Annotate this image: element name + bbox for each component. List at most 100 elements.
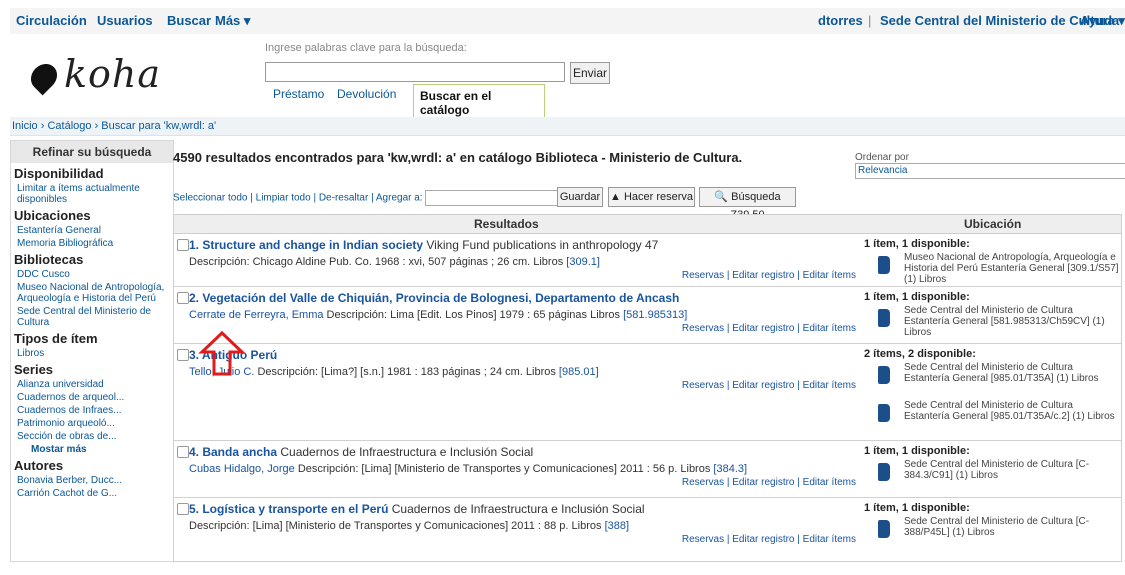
nav-usuarios[interactable]: Usuarios (97, 13, 153, 28)
facet-disponibilidad: Disponibilidad Limitar a ítems actualmen… (11, 166, 173, 205)
result-title: 4. Banda ancha Cuadernos de Infraestruct… (189, 445, 534, 459)
facet-series: Series Alianza universidad Cuadernos de … (11, 362, 173, 455)
facet-title: Bibliotecas (14, 252, 84, 267)
book-icon (878, 463, 890, 481)
z3950-button[interactable]: 🔍 Búsqueda Z39.50 (699, 187, 796, 221)
facet-item[interactable]: Cuadernos de arqueol... (17, 392, 169, 403)
result-desc: Cubas Hidalgo, Jorge Descripción: [Lima]… (189, 463, 748, 475)
facet-item[interactable]: Limitar a ítems actualmente disponibles (17, 183, 169, 205)
tab-prestamo[interactable]: Préstamo (273, 87, 324, 101)
location-item: Museo Nacional de Antropología, Arqueolo… (864, 252, 1119, 288)
place-hold-button[interactable]: ▲ Hacer reserva (608, 187, 695, 207)
facet-title: Autores (14, 458, 64, 473)
add-to-list-select[interactable] (425, 190, 578, 206)
results-summary: 4590 resultados encontrados para 'kw,wrd… (173, 150, 743, 165)
facets-sidebar: Refinar su búsqueda Disponibilidad Limit… (10, 140, 174, 562)
nav-buscar[interactable]: Buscar (167, 13, 211, 28)
select-checkbox[interactable] (177, 239, 189, 251)
facet-item[interactable]: Libros (17, 348, 169, 359)
tab-buscar-catalogo[interactable]: Buscar en el catálogo (413, 84, 545, 121)
search-hint: Ingrese palabras clave para la búsqueda: (265, 42, 467, 54)
result-desc: Descripción: [Lima] [Ministerio de Trans… (189, 520, 630, 532)
facet-title: Tipos de ítem (14, 331, 98, 346)
sort-select[interactable]: Relevancia (855, 163, 1125, 179)
result-row: 3. Antiguo Perú Tello, Julio C. Descripc… (174, 344, 1121, 441)
nav-user[interactable]: dtorres (818, 13, 863, 28)
book-icon (878, 366, 890, 384)
result-location: 1 ítem, 1 disponible: Sede Central del M… (864, 502, 1119, 552)
results-main: 4590 resultados encontrados para 'kw,wrd… (165, 140, 1125, 562)
result-desc: Tello, Julio C. Descripción: [Lima?] [s.… (189, 366, 599, 378)
select-checkbox[interactable] (177, 292, 189, 304)
facet-title: Ubicaciones (14, 208, 91, 223)
app-window: Circulación Usuarios Buscar Más ▾ dtorre… (0, 0, 1125, 575)
hold-icon: ▲ (609, 191, 624, 203)
facet-title: Series (14, 362, 54, 377)
location-item: Sede Central del Ministerio de Cultura [… (864, 459, 1119, 495)
nav-separator: | (868, 13, 872, 28)
result-location: 1 ítem, 1 disponible: Museo Nacional de … (864, 238, 1119, 288)
facet-item[interactable]: Sección de obras de... (17, 431, 169, 442)
nav-circulacion[interactable]: Circulación (16, 13, 87, 28)
sort-label: Ordenar por (855, 152, 909, 163)
result-actions[interactable]: Reservas | Editar registro | Editar ítem… (682, 270, 856, 281)
col-results: Resultados (474, 217, 539, 231)
result-desc: Cerrate de Ferreyra, Emma Descripción: L… (189, 309, 688, 321)
save-button[interactable]: Guardar (557, 187, 603, 207)
nav-mas[interactable]: Más ▾ (215, 13, 250, 29)
koha-logo[interactable]: koha (25, 52, 161, 96)
select-checkbox[interactable] (177, 446, 189, 458)
breadcrumb[interactable]: Inicio › Catálogo › Buscar para 'kw,wrdl… (10, 117, 1125, 136)
results-table-header: Resultados Ubicación (174, 215, 1121, 234)
results-table: Resultados Ubicación 1. Structure and ch… (173, 214, 1122, 562)
select-checkbox[interactable] (177, 503, 189, 515)
nav-help[interactable]: Ayuda (1080, 13, 1119, 28)
facet-item[interactable]: Cuadernos de Infraes... (17, 405, 169, 416)
facet-title: Disponibilidad (14, 166, 104, 181)
result-row: 5. Logística y transporte en el Perú Cua… (174, 498, 1121, 560)
facet-autores: Autores Bonavia Berber, Ducc... Carrión … (11, 458, 173, 499)
result-row: 4. Banda ancha Cuadernos de Infraestruct… (174, 441, 1121, 498)
result-location: 2 ítems, 2 disponible: Sede Central del … (864, 348, 1119, 436)
facet-bibliotecas: Bibliotecas DDC Cusco Museo Nacional de … (11, 252, 173, 328)
search-input[interactable] (265, 62, 565, 82)
result-row: 2. Vegetación del Valle de Chiquián, Pro… (174, 287, 1121, 344)
facet-item[interactable]: Memoria Bibliográfica (17, 238, 169, 249)
header: koha Ingrese palabras clave para la búsq… (10, 34, 1125, 121)
select-checkbox[interactable] (177, 349, 189, 361)
location-item: Sede Central del Ministerio de Cultura E… (864, 305, 1119, 341)
facet-item[interactable]: DDC Cusco (17, 269, 169, 280)
facet-item[interactable]: Bonavia Berber, Ducc... (17, 475, 169, 486)
facet-tipos: Tipos de ítem Libros (11, 331, 173, 359)
top-nav: Circulación Usuarios Buscar Más ▾ dtorre… (10, 8, 1125, 35)
book-icon (878, 520, 890, 538)
col-location: Ubicación (964, 217, 1022, 231)
result-actions[interactable]: Reservas | Editar registro | Editar ítem… (682, 323, 856, 334)
facet-item[interactable]: Patrimonio arqueoló... (17, 418, 169, 429)
facet-item[interactable]: Museo Nacional de Antropología, Arqueolo… (17, 282, 169, 304)
location-item: Sede Central del Ministerio de Cultura E… (864, 362, 1119, 398)
facet-item[interactable]: Carrión Cachot de G... (17, 488, 169, 499)
result-actions[interactable]: Reservas | Editar registro | Editar ítem… (682, 380, 856, 391)
up-arrow-annotation (198, 330, 246, 376)
location-item: Sede Central del Ministerio de Cultura [… (864, 516, 1119, 552)
facet-ubicaciones: Ubicaciones Estantería General Memoria B… (11, 208, 173, 249)
facet-item[interactable]: Estantería General (17, 225, 169, 236)
result-actions[interactable]: Reservas | Editar registro | Editar ítem… (682, 534, 856, 545)
facet-show-more[interactable]: Mostar más (31, 444, 169, 455)
book-icon (878, 256, 890, 274)
results-toolbar: Seleccionar todo | Limpiar todo | De-res… (173, 190, 578, 206)
facets-header: Refinar su búsqueda (11, 141, 173, 163)
facet-item[interactable]: Sede Central del Ministerio de Cultura (17, 306, 169, 328)
book-icon (878, 309, 890, 327)
search-submit-button[interactable]: Enviar (570, 62, 610, 84)
tab-devolucion[interactable]: Devolución (337, 87, 396, 101)
location-item: Sede Central del Ministerio de Cultura E… (864, 400, 1119, 436)
selection-links[interactable]: Seleccionar todo | Limpiar todo | De-res… (173, 193, 423, 204)
result-actions[interactable]: Reservas | Editar registro | Editar ítem… (682, 477, 856, 488)
book-icon (878, 404, 890, 422)
facet-item[interactable]: Alianza universidad (17, 379, 169, 390)
sort-control: Ordenar por Relevancia (855, 152, 1125, 179)
search-icon: 🔍 (714, 191, 732, 203)
result-location: 1 ítem, 1 disponible: Sede Central del M… (864, 445, 1119, 495)
